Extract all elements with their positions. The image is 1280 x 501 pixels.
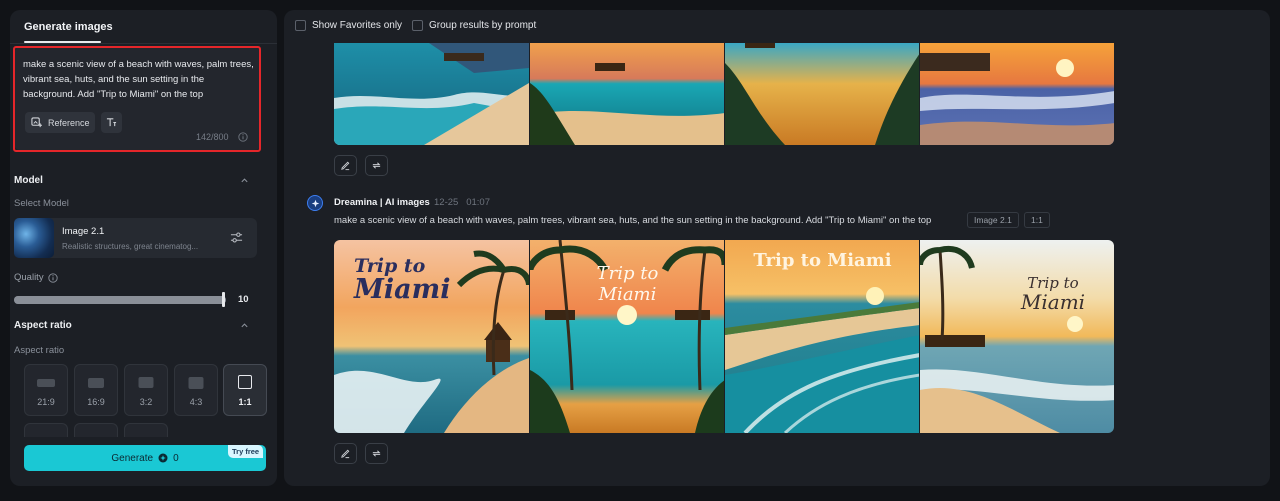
quality-slider[interactable] (14, 296, 226, 304)
edit-button[interactable] (334, 443, 357, 464)
result-model-tag: Image 2.1 (967, 212, 1019, 228)
result-timestamp: 12-25 01:07 (434, 197, 490, 208)
ratio-label: 21:9 (37, 397, 55, 407)
show-favorites-checkbox[interactable] (295, 20, 306, 31)
result-ratio-tag: 1:1 (1024, 212, 1050, 228)
text-style-button[interactable] (101, 112, 122, 133)
result-image[interactable]: Trip to Miami (919, 240, 1114, 433)
ratio-1-1-icon (238, 375, 252, 389)
result-image[interactable] (334, 43, 529, 145)
regenerate-icon (372, 162, 381, 169)
image-overlay-text: Miami (598, 284, 657, 305)
model-name: Image 2.1 (62, 226, 105, 237)
select-model-label: Select Model (14, 198, 69, 209)
ratio-option-more[interactable] (74, 423, 118, 437)
result-image[interactable]: Trip to Miami (334, 240, 529, 433)
result-prompt[interactable]: make a scenic view of a beach with waves… (334, 215, 931, 226)
ratio-option-1-1[interactable]: 1:1 (223, 364, 267, 416)
result-author: Dreamina | AI images (334, 197, 430, 208)
image-overlay-text: Miami (354, 274, 451, 305)
chevron-up-icon[interactable] (240, 321, 249, 330)
chevron-up-icon[interactable] (240, 176, 249, 185)
char-count: 142/800 (196, 132, 229, 142)
show-favorites-label: Show Favorites only (312, 20, 403, 31)
regenerate-button[interactable] (365, 443, 388, 464)
results-panel: Show Favorites only Group results by pro… (284, 10, 1270, 486)
regenerate-icon (372, 450, 381, 457)
group-by-prompt-checkbox[interactable] (412, 20, 423, 31)
result-row-current: Trip to Miami Trip to Miami Trip to Miam… (334, 240, 1114, 433)
quality-slider-fill (14, 296, 226, 304)
ratio-label: 16:9 (87, 397, 105, 407)
reference-icon (31, 117, 42, 128)
ratio-option-16-9[interactable]: 16:9 (74, 364, 118, 416)
reference-label: Reference (48, 117, 90, 128)
quality-slider-thumb[interactable] (222, 292, 225, 307)
result-image[interactable] (724, 43, 919, 145)
image-overlay-text: Trip to (596, 263, 659, 284)
ratio-3-2-icon (138, 377, 154, 388)
generate-label: Generate (111, 452, 154, 464)
image-overlay-text: Miami (1020, 290, 1086, 314)
settings-sliders-icon[interactable] (230, 231, 243, 244)
result-image[interactable]: Trip to Miami (724, 240, 919, 433)
dreamina-logo-icon (311, 199, 319, 207)
ratio-option-more[interactable] (24, 423, 68, 437)
model-description: Realistic structures, great cinematog... (62, 242, 199, 251)
generate-cost: 0 (173, 452, 179, 464)
show-favorites-filter[interactable]: Show Favorites only (295, 20, 402, 31)
reference-button[interactable]: Reference (25, 112, 95, 133)
quality-label: Quality (14, 272, 44, 283)
try-free-badge: Try free (228, 445, 264, 458)
ratio-label: 4:3 (189, 397, 203, 407)
ratio-4-3-icon (188, 377, 204, 389)
prompt-input[interactable]: make a scenic view of a beach with waves… (23, 57, 255, 102)
model-selector[interactable]: Image 2.1 Realistic structures, great ci… (14, 218, 257, 258)
result-image[interactable] (919, 43, 1114, 145)
quality-value: 10 (238, 294, 249, 305)
result-row-previous (334, 43, 1114, 145)
regenerate-button[interactable] (365, 155, 388, 176)
result-image[interactable] (529, 43, 724, 145)
info-icon[interactable] (238, 132, 248, 142)
image-overlay-text: Trip to (354, 255, 426, 277)
ratio-option-21-9[interactable]: 21:9 (24, 364, 68, 416)
model-thumbnail (14, 218, 54, 258)
info-icon[interactable] (47, 272, 58, 283)
ratio-option-4-3[interactable]: 4:3 (174, 364, 218, 416)
aspect-ratio-label: Aspect ratio (14, 345, 65, 356)
panel-tabs: Generate images (10, 10, 277, 44)
ratio-21-9-icon (37, 379, 55, 387)
ratio-16-9-icon (88, 378, 104, 388)
quality-label-row: Quality (14, 272, 58, 283)
group-by-prompt-label: Group results by prompt (429, 20, 537, 31)
tab-active-indicator (24, 41, 101, 43)
edit-icon (341, 449, 350, 459)
ratio-option-3-2[interactable]: 3:2 (124, 364, 168, 416)
edit-button[interactable] (334, 155, 357, 176)
credit-icon (158, 453, 168, 463)
text-style-icon (106, 118, 117, 127)
aspect-section-title: Aspect ratio (14, 320, 72, 331)
group-by-prompt-filter[interactable]: Group results by prompt (412, 20, 536, 31)
ratio-label: 3:2 (139, 397, 153, 407)
dreamina-avatar (307, 195, 323, 211)
ratio-label: 1:1 (238, 397, 252, 407)
image-overlay-text: Trip to Miami (753, 250, 892, 271)
result-image[interactable]: Trip to Miami (529, 240, 724, 433)
tab-generate-images[interactable]: Generate images (24, 21, 113, 33)
edit-icon (341, 161, 350, 171)
ratio-option-more[interactable] (124, 423, 168, 437)
model-section-title: Model (14, 175, 43, 186)
